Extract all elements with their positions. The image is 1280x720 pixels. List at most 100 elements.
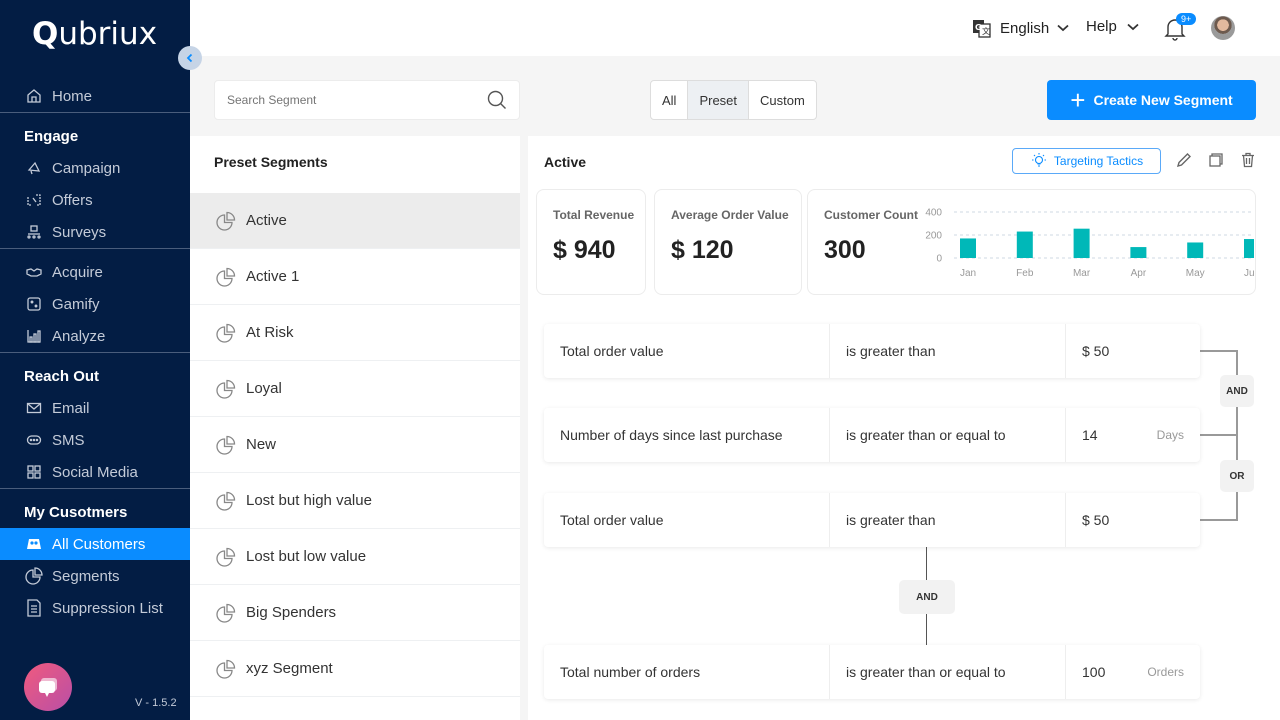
preset-segment-item[interactable]: Active [190,193,520,249]
sidebar-item-email[interactable]: Email [0,392,190,424]
preset-segment-item[interactable]: Big Spenders [190,585,520,641]
user-avatar[interactable] [1211,16,1235,40]
preset-segment-label: Loyal [246,380,282,397]
logo-text: ubriux [58,16,158,52]
preset-segment-label: Lost but low value [246,548,367,565]
sidebar-item-segments[interactable]: Segments [0,560,190,592]
rule-unit: Orders [1147,665,1184,679]
rule-value-cell[interactable]: $ 50 [1066,493,1200,547]
document-icon [25,599,43,617]
sidebar-item-surveys[interactable]: Surveys [0,216,190,248]
preset-segment-label: Active [246,212,287,229]
help-menu[interactable]: Help [1086,18,1139,35]
x-tick-label: Mar [1073,268,1091,279]
search-icon[interactable] [487,90,507,110]
rule-operator[interactable]: is greater than or equal to [830,645,1066,699]
sidebar-item-label: All Customers [52,535,146,553]
stat-label: Average Order Value [671,208,789,222]
rule-field[interactable]: Total order value [544,493,830,547]
preset-segment-item[interactable]: xyz Segment [190,641,520,697]
customers-icon [25,535,43,553]
notification-badge: 9+ [1176,13,1197,25]
delete-button[interactable] [1240,152,1256,173]
search-input[interactable] [227,93,487,107]
sidebar-item-home[interactable]: Home [0,80,190,112]
stat-value: 300 [824,236,866,264]
rule-value-cell[interactable]: 14 Days [1066,408,1200,462]
rule-unit: Days [1156,428,1184,442]
trash-icon [1242,152,1254,168]
rule-operator[interactable]: is greater than [830,493,1066,547]
bar-mar [1073,228,1090,258]
targeting-tactics-button[interactable]: Targeting Tactics [1012,148,1161,174]
segment-title: Active [544,154,587,170]
nav-heading-my-customers: My Cusotmers [24,504,128,521]
rule-field[interactable]: Total order value [544,324,830,378]
language-selector[interactable]: G文 English [972,18,1069,38]
sidebar-item-all-customers[interactable]: All Customers [0,528,190,560]
sidebar-item-analyze[interactable]: Analyze [0,320,190,352]
preset-segment-label: New [246,436,277,453]
rule-value-cell[interactable]: $ 50 [1066,324,1200,378]
rule-row[interactable]: Number of days since last purchase is gr… [544,408,1200,462]
rule-row[interactable]: Total order value is greater than $ 50 [544,324,1200,378]
preset-segment-item[interactable]: Lost but high value [190,473,520,529]
preset-segments-title: Preset Segments [214,154,328,170]
rule-field[interactable]: Total number of orders [544,645,830,699]
preset-segment-item[interactable]: At Risk [190,305,520,361]
pie-chart-icon [216,659,236,679]
y-tick-label: 400 [925,208,942,219]
stat-card-total-revenue: Total Revenue $ 940 [536,189,646,295]
collapse-sidebar-button[interactable] [178,46,202,70]
sidebar-item-acquire[interactable]: Acquire [0,256,190,288]
dice-icon [25,295,43,313]
app-logo: Qubriux [32,16,158,52]
rule-value-cell[interactable]: 100 Orders [1066,645,1200,699]
logic-operator-and[interactable]: AND [1220,375,1254,407]
preset-segment-item[interactable]: Lost but low value [190,529,520,585]
rule-row[interactable]: Total number of orders is greater than o… [544,645,1200,699]
create-button-label: Create New Segment [1093,92,1233,108]
filter-all[interactable]: All [651,81,689,119]
pencil-icon [1176,153,1191,168]
rule-value: 14 [1082,427,1098,443]
offers-icon [25,191,43,209]
stat-label: Total Revenue [553,208,635,222]
stat-card-customer-count: Customer Count 300 0 200 400 Jan Feb Mar Apr Ma… [807,189,1256,295]
lightbulb-icon [1031,153,1046,167]
sidebar-item-label: Analyze [52,327,106,345]
x-tick-label: Feb [1016,268,1034,279]
customer-count-chart: 0 200 400 Jan Feb Mar Apr May Jun [925,208,1254,279]
plus-icon: + [1070,85,1086,115]
edit-button[interactable] [1176,152,1192,173]
rule-operator[interactable]: is greater than [830,324,1066,378]
y-tick-label: 200 [925,231,942,242]
sidebar-item-gamify[interactable]: Gamify [0,288,190,320]
create-new-segment-button[interactable]: + Create New Segment [1047,80,1256,120]
sidebar-item-label: Offers [52,191,93,209]
rule-row[interactable]: Total order value is greater than $ 50 [544,493,1200,547]
chat-button[interactable] [24,663,72,711]
preset-segment-item[interactable]: Active 1 [190,249,520,305]
sidebar-item-campaign[interactable]: Campaign [0,152,190,184]
rule-field[interactable]: Number of days since last purchase [544,408,830,462]
filter-preset[interactable]: Preset [688,81,750,119]
bar-jan [960,238,976,258]
bar-jun [1244,239,1254,258]
sidebar-item-offers[interactable]: Offers [0,184,190,216]
filter-custom[interactable]: Custom [749,81,816,119]
rule-operator[interactable]: is greater than or equal to [830,408,1066,462]
sidebar-item-social-media[interactable]: Social Media [0,456,190,488]
logic-operator-and[interactable]: AND [899,580,955,614]
sidebar-item-suppression-list[interactable]: Suppression List [0,592,190,624]
targeting-tactics-label: Targeting Tactics [1053,154,1144,168]
preset-segment-item[interactable]: New [190,417,520,473]
logic-operator-or[interactable]: OR [1220,460,1254,492]
sidebar-item-sms[interactable]: SMS [0,424,190,456]
connector-line [1200,519,1238,521]
preset-segment-item[interactable]: Loyal [190,361,520,417]
preset-segment-label: At Risk [246,324,294,341]
duplicate-button[interactable] [1208,152,1224,173]
sidebar-item-label: Campaign [52,159,121,177]
bar-may [1187,242,1204,258]
